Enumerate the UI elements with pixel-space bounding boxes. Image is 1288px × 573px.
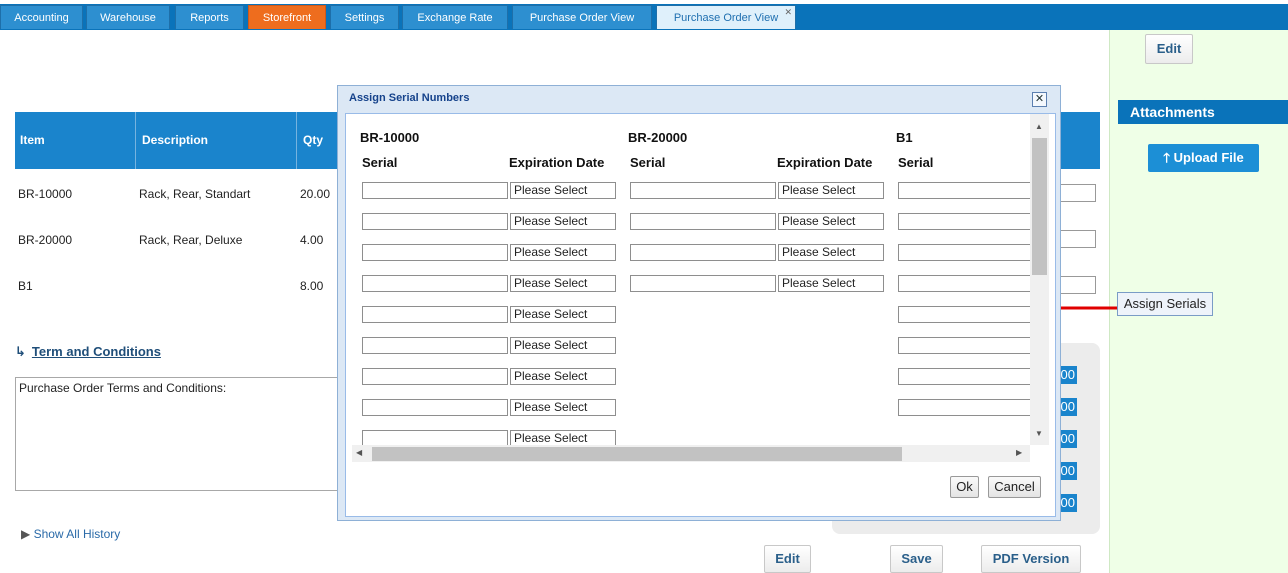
tab-warehouse[interactable]: Warehouse <box>86 5 170 29</box>
serial-input[interactable] <box>362 368 508 385</box>
serial-input[interactable] <box>362 275 508 292</box>
horizontal-scrollbar[interactable]: ◀ ▶ <box>352 445 1030 462</box>
expiration-date-select[interactable]: Please Select <box>510 337 616 354</box>
product-code: BR-20000 <box>628 130 688 145</box>
serial-input[interactable] <box>630 182 776 199</box>
edit-button[interactable]: Edit <box>1145 34 1193 64</box>
scroll-left-icon[interactable]: ◀ <box>356 448 362 457</box>
terms-link-label: Term and Conditions <box>31 344 161 359</box>
expiration-date-select[interactable]: Please Select <box>510 213 616 230</box>
ok-button[interactable]: Ok <box>950 476 979 498</box>
serial-input[interactable] <box>630 213 776 230</box>
column-header-description[interactable]: Description <box>137 112 297 169</box>
row-input[interactable] <box>1060 276 1096 294</box>
edit-order-button[interactable]: Edit <box>764 545 811 573</box>
upload-arrow-icon: 🡑 <box>1163 150 1171 165</box>
top-nav-bar: Accounting Warehouse Reports Storefront … <box>0 0 1288 30</box>
expiration-date-select[interactable]: Please Select <box>778 244 884 261</box>
serial-input[interactable] <box>898 337 1030 354</box>
expiration-date-select[interactable]: Please Select <box>778 213 884 230</box>
tab-label: Purchase Order View <box>673 12 779 24</box>
close-tab-icon[interactable]: ✕ <box>784 0 792 24</box>
expiration-date-select[interactable]: Please Select <box>778 182 884 199</box>
attachments-header: Attachments <box>1118 100 1288 124</box>
tab-purchase-order-view[interactable]: Purchase Order View <box>512 5 652 29</box>
serial-input[interactable] <box>362 337 508 354</box>
vertical-scroll-thumb[interactable] <box>1032 138 1047 275</box>
serial-input[interactable] <box>898 244 1030 261</box>
expiration-date-select[interactable]: Please Select <box>510 368 616 385</box>
serial-input[interactable] <box>898 306 1030 323</box>
serials-scroll-area: BR-10000 BR-20000 B1 Serial Expiration D… <box>346 114 1030 445</box>
serial-header: Serial <box>362 155 398 170</box>
serial-input[interactable] <box>898 182 1030 199</box>
save-button[interactable]: Save <box>890 545 943 573</box>
triangle-right-icon: ▶ <box>21 527 31 541</box>
upload-file-button[interactable]: 🡑 Upload File <box>1148 144 1259 172</box>
serial-header: Serial <box>630 155 666 170</box>
column-header-item[interactable]: Item <box>15 112 136 169</box>
upload-label: Upload File <box>1173 150 1244 165</box>
tab-accounting[interactable]: Accounting <box>0 5 83 29</box>
row-qty: 20.00 <box>300 187 331 201</box>
serial-input[interactable] <box>898 213 1030 230</box>
scroll-down-icon[interactable]: ▼ <box>1035 429 1043 438</box>
tab-exchange-rate[interactable]: Exchange Rate <box>402 5 508 29</box>
scroll-right-icon[interactable]: ▶ <box>1016 448 1022 457</box>
dialog-title: Assign Serial Numbers <box>349 92 470 104</box>
serial-input[interactable] <box>362 213 508 230</box>
expiration-header: Expiration Date <box>509 155 605 170</box>
serial-header: Serial <box>898 155 934 170</box>
serial-input[interactable] <box>362 182 508 199</box>
serial-input[interactable] <box>898 368 1030 385</box>
dialog-body: BR-10000 BR-20000 B1 Serial Expiration D… <box>345 113 1056 517</box>
close-icon[interactable]: ✕ <box>1032 92 1047 107</box>
row-qty: 8.00 <box>300 279 324 293</box>
row-item: BR-20000 <box>18 233 73 247</box>
expiration-date-select[interactable]: Please Select <box>778 275 884 292</box>
expiration-header: Expiration Date <box>777 155 873 170</box>
serial-input[interactable] <box>362 306 508 323</box>
serial-input[interactable] <box>362 399 508 416</box>
expiration-date-select[interactable]: Please Select <box>510 399 616 416</box>
expiration-date-select[interactable]: Please Select <box>510 275 616 292</box>
history-label: Show All History <box>33 527 121 541</box>
assign-serials-button[interactable]: Assign Serials <box>1117 292 1213 316</box>
serial-input[interactable] <box>362 430 508 445</box>
product-code: BR-10000 <box>360 130 420 145</box>
row-item: B1 <box>18 279 33 293</box>
top-strip <box>0 0 1288 4</box>
row-qty: 4.00 <box>300 233 324 247</box>
expiration-date-select[interactable]: Please Select <box>510 306 616 323</box>
vertical-scrollbar[interactable]: ▲ ▼ <box>1030 114 1049 445</box>
assign-serial-numbers-dialog: Assign Serial Numbers ✕ BR-10000 BR-2000… <box>337 85 1061 521</box>
tab-reports[interactable]: Reports <box>175 5 244 29</box>
scroll-up-icon[interactable]: ▲ <box>1035 122 1043 131</box>
serial-input[interactable] <box>898 399 1030 416</box>
row-input[interactable] <box>1060 230 1096 248</box>
serial-input[interactable] <box>362 244 508 261</box>
serial-input[interactable] <box>630 244 776 261</box>
row-item: BR-10000 <box>18 187 73 201</box>
terms-textarea[interactable]: Purchase Order Terms and Conditions: <box>15 377 345 491</box>
column-header-qty[interactable]: Qty <box>298 112 338 169</box>
row-input[interactable] <box>1060 184 1096 202</box>
expiration-date-select[interactable]: Please Select <box>510 244 616 261</box>
tab-settings[interactable]: Settings <box>330 5 399 29</box>
serial-input[interactable] <box>898 275 1030 292</box>
horizontal-scroll-thumb[interactable] <box>372 447 902 461</box>
tab-purchase-order-view-active[interactable]: Purchase Order View ✕ <box>656 5 796 29</box>
show-all-history-link[interactable]: ▶ Show All History <box>21 527 120 541</box>
row-description: Rack, Rear, Standart <box>139 187 251 201</box>
serial-input[interactable] <box>630 275 776 292</box>
product-code: B1 <box>896 130 913 145</box>
expiration-date-select[interactable]: Please Select <box>510 182 616 199</box>
terms-and-conditions-link[interactable]: ↳ Term and Conditions <box>15 344 161 360</box>
tab-storefront[interactable]: Storefront <box>248 5 326 29</box>
row-description: Rack, Rear, Deluxe <box>139 233 243 247</box>
cancel-button[interactable]: Cancel <box>988 476 1041 498</box>
expiration-date-select[interactable]: Please Select <box>510 430 616 445</box>
pdf-version-button[interactable]: PDF Version <box>981 545 1081 573</box>
arrow-right-icon: ↳ <box>15 344 26 359</box>
